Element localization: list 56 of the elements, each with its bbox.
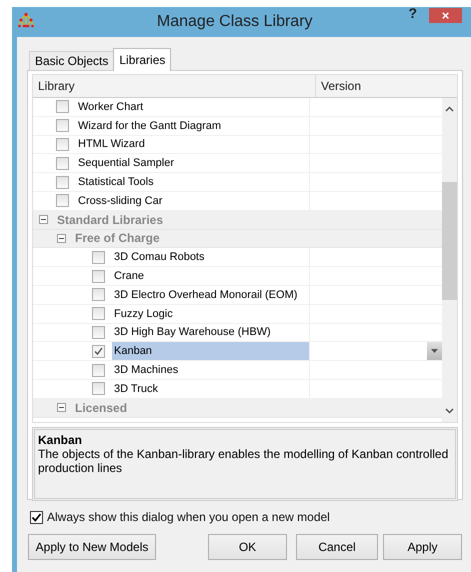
- checkbox[interactable]: [56, 156, 69, 170]
- caret-icon: [431, 349, 438, 354]
- collapse-icon[interactable]: [39, 215, 48, 224]
- library-name[interactable]: Worker Chart: [76, 98, 146, 116]
- dialog-button[interactable]: OK: [208, 534, 287, 560]
- library-name[interactable]: Crane: [112, 267, 147, 285]
- library-name[interactable]: Fuzzy Logic: [112, 304, 176, 323]
- scroll-up-icon[interactable]: [445, 106, 454, 112]
- library-name[interactable]: Statistical Tools: [76, 173, 157, 191]
- column-header[interactable]: Library: [33, 75, 316, 97]
- scrollbar[interactable]: [442, 98, 457, 422]
- collapse-icon[interactable]: [57, 234, 66, 243]
- checkbox[interactable]: [92, 270, 105, 283]
- group-label: Standard Libraries: [57, 212, 164, 227]
- library-name[interactable]: Cross-sliding Car: [76, 192, 166, 210]
- dialog-button[interactable]: Cancel: [296, 534, 378, 560]
- checkbox[interactable]: [92, 382, 105, 396]
- checkbox[interactable]: [30, 510, 43, 524]
- network-icon: [18, 12, 34, 28]
- checkbox[interactable]: [56, 194, 69, 208]
- checkbox[interactable]: [56, 119, 69, 132]
- checkbox[interactable]: [92, 344, 105, 358]
- checkbox[interactable]: [92, 364, 105, 377]
- description-title: Kanban: [38, 433, 84, 447]
- scroll-down-icon[interactable]: [445, 408, 454, 414]
- checkbox[interactable]: [92, 326, 105, 339]
- checkbox-label[interactable]: Always show this dialog when you open a new model: [47, 510, 330, 524]
- description-text: The objects of the Kanban-library enables the modelling of Kanban controlled production lines: [38, 447, 450, 475]
- dialog-button[interactable]: Apply: [383, 534, 462, 560]
- checkbox[interactable]: [56, 100, 69, 114]
- library-name[interactable]: HTML Wizard: [76, 136, 148, 154]
- help-button[interactable]: ?: [405, 7, 420, 22]
- window-title: Manage Class Library: [156, 13, 314, 31]
- tab[interactable]: Basic Objects: [29, 51, 114, 70]
- group-label: Licensed: [75, 400, 128, 415]
- checkbox[interactable]: [92, 307, 105, 320]
- library-name[interactable]: 3D High Bay Warehouse (HBW): [112, 324, 274, 342]
- checkbox[interactable]: [56, 176, 69, 189]
- library-name[interactable]: 3D Truck: [112, 380, 162, 398]
- dialog-button[interactable]: Apply to New Models: [28, 534, 156, 560]
- library-name[interactable]: Wizard for the Gantt Diagram: [76, 116, 224, 135]
- column-header[interactable]: Version: [316, 75, 457, 97]
- checkbox[interactable]: [56, 138, 69, 151]
- library-name[interactable]: Sequential Sampler: [76, 154, 178, 172]
- library-name[interactable]: 3D Electro Overhead Monorail (EOM): [112, 286, 300, 304]
- close-button[interactable]: ×: [429, 8, 462, 23]
- checkbox[interactable]: [92, 288, 105, 302]
- dropdown-button[interactable]: [427, 342, 442, 360]
- group-label: Free of Charge: [75, 231, 160, 246]
- library-name[interactable]: 3D Comau Robots: [112, 248, 208, 266]
- tab[interactable]: Libraries: [113, 48, 172, 71]
- collapse-icon[interactable]: [57, 403, 66, 412]
- library-name[interactable]: Kanban: [112, 342, 309, 360]
- library-name[interactable]: 3D Machines: [112, 361, 182, 379]
- checkbox[interactable]: [92, 250, 105, 264]
- scroll-thumb[interactable]: [442, 182, 457, 300]
